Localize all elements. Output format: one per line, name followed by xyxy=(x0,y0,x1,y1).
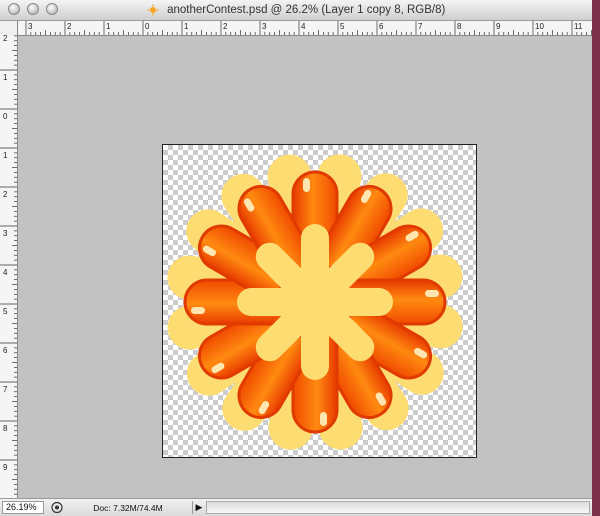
ruler-top-label: 2 xyxy=(223,22,228,31)
ruler-left-label: 0 xyxy=(3,112,8,121)
status-bar: 26.19% Doc: 7.32M/74.4M ▶ xyxy=(0,498,592,516)
ruler-left-label: 6 xyxy=(3,346,8,355)
ruler-top-label: 0 xyxy=(145,22,150,31)
petal-highlight xyxy=(320,412,327,426)
ruler-top-label: 7 xyxy=(418,22,423,31)
status-info-icon[interactable] xyxy=(50,500,64,515)
ruler-left-label: 2 xyxy=(3,190,8,199)
flower-center xyxy=(237,224,393,380)
horizontal-scrollbar[interactable] xyxy=(206,501,590,514)
petal-highlight xyxy=(191,307,205,314)
ruler-origin[interactable] xyxy=(0,21,18,36)
ruler-top-label: 8 xyxy=(457,22,462,31)
zoom-level-field[interactable]: 26.19% xyxy=(2,501,44,514)
petal-highlight xyxy=(425,290,439,297)
ruler-top-label: 3 xyxy=(262,22,267,31)
horizontal-ruler[interactable]: 3 2 1 0 1 2 3 4 5 6 7 8 9 10 11 xyxy=(18,21,592,36)
petal-highlight xyxy=(303,178,310,192)
ruler-left-label: 2 xyxy=(3,35,8,43)
ruler-top-label: 3 xyxy=(28,22,33,31)
ruler-left-label: 9 xyxy=(3,463,8,472)
document-canvas[interactable] xyxy=(162,144,477,458)
ruler-left-label: 1 xyxy=(3,151,8,160)
vertical-ruler[interactable]: 2 1 0 1 2 3 4 5 6 7 8 9 xyxy=(0,35,18,498)
ruler-top-label: 6 xyxy=(379,22,384,31)
ruler-left-label: 8 xyxy=(3,424,8,433)
window-title-area: anotherContest.psd @ 26.2% (Layer 1 copy… xyxy=(0,0,592,20)
pasteboard[interactable] xyxy=(18,36,592,498)
ruler-left-label: 5 xyxy=(3,307,8,316)
ruler-top-label: 1 xyxy=(184,22,189,31)
ruler-left-label: 7 xyxy=(3,385,8,394)
ruler-top-label: 9 xyxy=(496,22,501,31)
ruler-top-label: 5 xyxy=(340,22,345,31)
flower-artwork xyxy=(167,154,463,450)
ruler-left-label: 4 xyxy=(3,268,8,277)
document-size-info: Doc: 7.32M/74.4M xyxy=(93,503,163,513)
status-menu-arrow[interactable]: ▶ xyxy=(192,501,205,514)
ruler-top-label: 11 xyxy=(574,22,583,31)
ruler-top-label: 4 xyxy=(301,22,306,31)
ruler-top-label: 2 xyxy=(67,22,72,31)
ruler-left-label: 1 xyxy=(3,73,8,82)
center-disc xyxy=(289,276,341,328)
ruler-left-label: 3 xyxy=(3,229,8,238)
document-window: anotherContest.psd @ 26.2% (Layer 1 copy… xyxy=(0,0,592,516)
desktop-background xyxy=(592,0,600,516)
ruler-top-label: 10 xyxy=(535,22,544,31)
title-bar[interactable]: anotherContest.psd @ 26.2% (Layer 1 copy… xyxy=(0,0,592,21)
ruler-top-label: 1 xyxy=(106,22,111,31)
psd-document-icon xyxy=(147,4,159,16)
window-title: anotherContest.psd @ 26.2% (Layer 1 copy… xyxy=(167,4,446,16)
